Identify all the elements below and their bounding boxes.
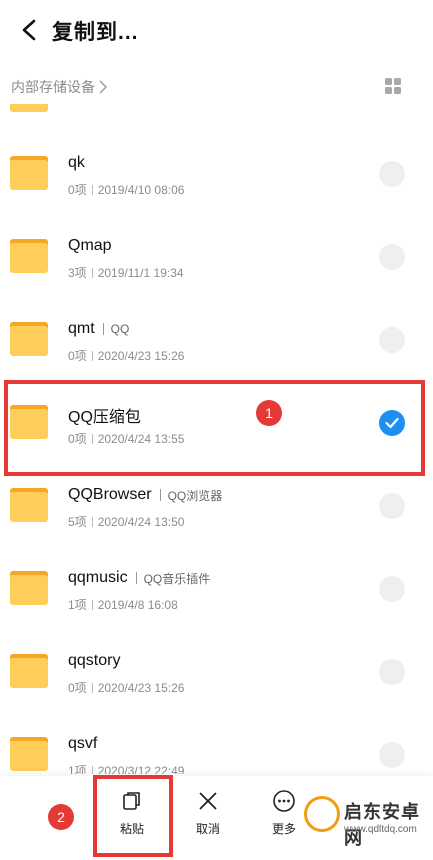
annotation-step-badge: 1 — [256, 400, 282, 426]
select-radio[interactable] — [379, 493, 405, 519]
folder-name: qsvf — [68, 735, 98, 752]
item-count: 1项 — [68, 598, 87, 612]
more-icon — [273, 790, 295, 812]
folder-name: qqmusic — [68, 569, 128, 586]
item-count: 0项 — [68, 183, 87, 197]
select-radio[interactable] — [379, 327, 405, 353]
modified-date: 2020/4/23 15:26 — [97, 680, 185, 695]
folder-icon — [10, 405, 48, 439]
modified-date: 2019/11/1 19:34 — [97, 265, 184, 280]
breadcrumb[interactable]: 内部存储设备 — [11, 77, 108, 97]
folder-icon — [10, 156, 48, 190]
watermark: 启东安卓网 www.qdltdq.com — [300, 794, 428, 852]
folder-icon — [10, 488, 48, 522]
modified-date: 2020/3/12 22:49 — [97, 763, 185, 775]
list-item[interactable]: Qmap 3项 2019/11/1 19:34 — [0, 223, 433, 306]
folder-icon — [10, 322, 48, 356]
modified-date: 2019/4/10 08:06 — [97, 182, 185, 197]
selected-checkbox[interactable] — [379, 410, 405, 436]
folder-tag: QQ浏览器 — [167, 488, 223, 503]
list-item-selected[interactable]: QQ压缩包 0项 2020/4/24 13:55 — [0, 389, 433, 472]
select-radio[interactable] — [379, 244, 405, 270]
cancel-button[interactable]: 取消 — [178, 788, 238, 848]
chevron-right-icon — [99, 80, 107, 94]
checkmark-icon — [385, 417, 399, 429]
annotation-step-badge: 2 — [48, 804, 74, 830]
paste-label: 粘贴 — [119, 822, 144, 836]
folder-name: qqstory — [68, 652, 121, 669]
folder-name: Qmap — [68, 237, 112, 254]
modified-date: 2020/4/24 13:55 — [97, 431, 185, 446]
folder-name: qmt — [68, 320, 95, 337]
more-label: 更多 — [271, 822, 296, 836]
modified-date: 2020/4/23 15:26 — [97, 348, 185, 363]
watermark-url: www.qdltdq.com — [344, 824, 417, 835]
folder-list: qk 0项 2019/4/10 08:06 Qmap 3项 2019/11/1 19… — [0, 104, 433, 774]
close-icon — [199, 792, 217, 810]
list-item[interactable]: QQBrowser QQ浏览器 5项 2020/4/24 13:50 — [0, 472, 433, 555]
folder-tag: QQ音乐插件 — [143, 571, 211, 586]
list-item[interactable]: qqstory 0项 2020/4/23 15:26 — [0, 638, 433, 721]
page-title: 复制到... — [52, 21, 139, 44]
folder-name: QQBrowser — [68, 486, 152, 503]
modified-date: 2020/4/24 13:50 — [97, 514, 185, 529]
item-count: 3项 — [68, 266, 87, 280]
select-radio[interactable] — [379, 161, 405, 187]
folder-icon — [10, 737, 48, 771]
list-item[interactable]: qmt QQ 0项 2020/4/23 15:26 — [0, 306, 433, 389]
item-count: 0项 — [68, 432, 87, 446]
breadcrumb-label: 内部存储设备 — [11, 79, 95, 95]
folder-icon — [10, 571, 48, 605]
list-item[interactable]: qqmusic QQ音乐插件 1项 2019/4/8 16:08 — [0, 555, 433, 638]
list-item[interactable]: qsvf 1项 2020/3/12 22:49 — [0, 721, 433, 774]
item-count: 5项 — [68, 515, 87, 529]
paste-button[interactable]: 粘贴 — [102, 788, 162, 848]
folder-name: QQ压缩包 — [68, 409, 141, 426]
back-button[interactable] — [14, 14, 46, 46]
folder-tag: QQ — [110, 322, 130, 336]
folder-name: qk — [68, 154, 85, 171]
grid-view-button[interactable] — [384, 77, 402, 95]
item-count: 0项 — [68, 349, 87, 363]
paste-icon — [123, 792, 140, 810]
back-arrow-icon — [22, 19, 36, 41]
item-count: 1项 — [68, 764, 87, 774]
watermark-logo-icon — [304, 796, 340, 832]
select-radio[interactable] — [379, 659, 405, 685]
item-count: 0项 — [68, 681, 87, 695]
header: 复制到... — [0, 0, 433, 62]
list-item[interactable]: qk 0项 2019/4/10 08:06 — [0, 140, 433, 223]
grid-icon — [385, 78, 401, 94]
folder-icon — [10, 654, 48, 688]
select-radio[interactable] — [379, 576, 405, 602]
modified-date: 2019/4/8 16:08 — [97, 597, 178, 612]
cancel-label: 取消 — [195, 822, 220, 836]
select-radio[interactable] — [379, 742, 405, 768]
folder-icon — [10, 239, 48, 273]
